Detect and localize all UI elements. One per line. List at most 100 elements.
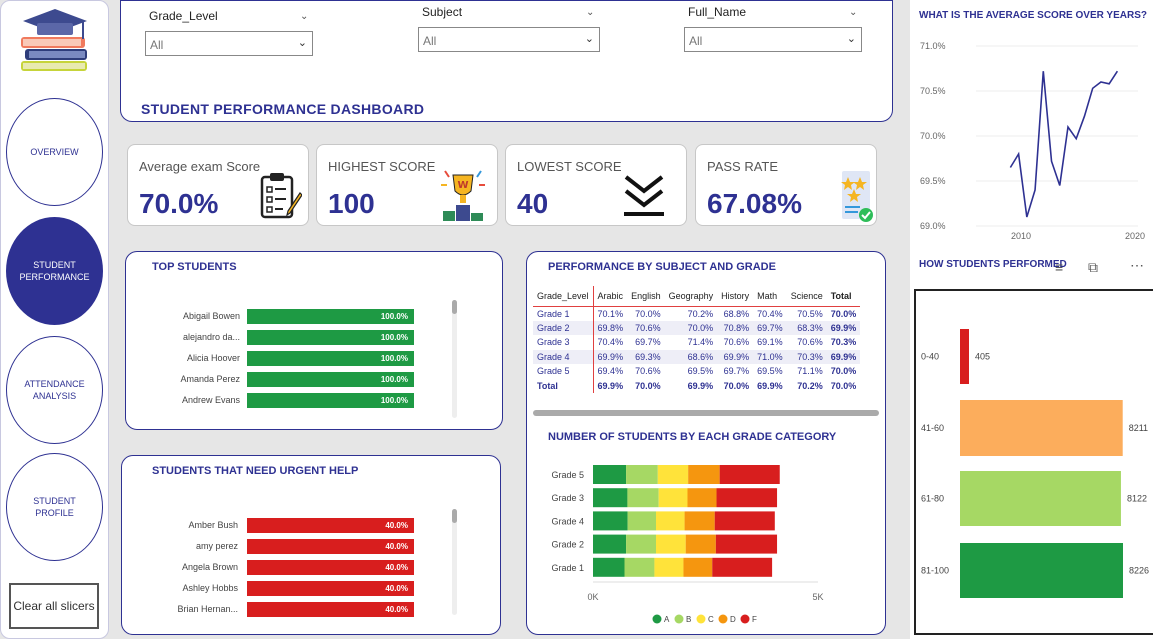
more-options-icon[interactable]: ⋯ [1130, 257, 1144, 274]
stacked-bar-segment[interactable] [715, 534, 778, 554]
nav-overview[interactable]: OVERVIEW [6, 98, 103, 206]
score-bar: 100.0% [247, 330, 414, 345]
stacked-bar-segment[interactable] [627, 488, 659, 508]
chevron-down-icon[interactable]: ⌄ [300, 11, 308, 22]
svg-text:W: W [457, 180, 468, 191]
y-tick-label: 70.0% [920, 131, 946, 141]
stacked-bar-segment[interactable] [656, 511, 685, 531]
clipboard-icon [260, 173, 302, 219]
nav-student-performance[interactable]: STUDENT PERFORMANCE [6, 217, 103, 325]
kpi-value: 40 [517, 188, 549, 219]
stacked-bar-segment[interactable] [656, 534, 686, 554]
stacked-bar-segment[interactable] [627, 511, 656, 531]
scrollbar[interactable] [452, 300, 457, 418]
subject-slicer[interactable]: Subject ⌄ All ⌄ [418, 5, 600, 55]
stacked-bar-segment[interactable] [593, 465, 627, 484]
full-name-dropdown[interactable]: All ⌄ [684, 27, 862, 52]
kpi-value: 100 [328, 188, 375, 219]
stacked-bar-segment[interactable] [593, 534, 627, 554]
column-header[interactable]: Total [827, 286, 861, 306]
stacked-bar-segment[interactable] [683, 557, 713, 577]
stacked-bar-segment[interactable] [684, 511, 715, 531]
stacked-bar-segment[interactable] [624, 557, 655, 577]
table-cell: 70.6% [723, 337, 750, 348]
column-header[interactable]: History [717, 286, 753, 306]
list-item[interactable]: Amber Bush 40.0% [122, 518, 500, 533]
bar[interactable] [960, 543, 1123, 598]
stacked-bar-segment[interactable] [716, 488, 778, 508]
nav-attendance-analysis[interactable]: ATTENDANCE ANALYSIS [6, 336, 103, 444]
performance-table: Grade_Level Arabic English Geography History… [533, 286, 861, 393]
table-row: Grade 2 69.8% 70.6% 70.0% 70.8% 69.7% 68.3% 69.… [533, 320, 861, 335]
series-line[interactable] [1009, 70, 1119, 218]
double-chevron-down-icon [624, 175, 664, 216]
performance-panel: PERFORMANCE BY SUBJECT AND GRADE Grade_L… [526, 251, 886, 635]
grade-level-slicer[interactable]: Grade_Level ⌄ All ⌄ [145, 9, 313, 59]
full-name-slicer[interactable]: Full_Name ⌄ All ⌄ [684, 5, 862, 55]
clear-slicers-button[interactable]: Clear all slicers [9, 583, 99, 629]
subject-dropdown[interactable]: All ⌄ [418, 27, 600, 52]
list-item[interactable]: alejandro da... 100.0% [126, 330, 502, 345]
stacked-bar-segment[interactable] [712, 557, 773, 577]
chevron-down-icon[interactable]: ⌄ [586, 7, 594, 18]
bar[interactable] [960, 471, 1121, 526]
table-cell: 68.3% [786, 320, 827, 335]
slicer-label: Subject [422, 5, 463, 19]
student-name: Andrew Evans [181, 395, 240, 405]
horizontal-scrollbar[interactable] [533, 410, 879, 416]
chevron-down-icon[interactable]: ⌄ [849, 7, 857, 18]
score-bar: 100.0% [247, 351, 414, 366]
stacked-bar-segment[interactable] [593, 511, 628, 531]
column-header[interactable]: Math [753, 286, 787, 306]
table-cell: Grade 4 [533, 349, 594, 364]
data-label: 8226 [1129, 566, 1149, 576]
column-header[interactable]: English [627, 286, 665, 306]
page-title: STUDENT PERFORMANCE DASHBOARD [141, 101, 425, 117]
stacked-bar-segment[interactable] [685, 534, 716, 554]
scrollbar[interactable] [452, 509, 457, 615]
stacked-bar-segment[interactable] [658, 488, 688, 508]
x-tick-label: 5K [812, 592, 823, 602]
student-name: Angela Brown [181, 562, 238, 572]
table-cell: 70.2% [797, 380, 823, 391]
grade-category-chart: Grade 5 Grade 3 Grade 4 Grade 2 Grade 1 0K 5K A… [551, 465, 824, 624]
column-header[interactable]: Geography [665, 286, 718, 306]
stacked-bar-segment[interactable] [593, 557, 625, 577]
list-item[interactable]: Brian Hernan... 40.0% [122, 602, 500, 617]
column-header[interactable]: Arabic [593, 286, 627, 306]
column-header[interactable]: Grade_Level [533, 286, 594, 306]
chart-title: HOW STUDENTS PERFORMED [919, 259, 1067, 270]
panel-title: TOP STUDENTS [152, 261, 237, 273]
nav-student-profile[interactable]: STUDENT PROFILE [6, 453, 103, 561]
stacked-bar-segment[interactable] [626, 534, 656, 554]
stacked-bar-segment[interactable] [654, 557, 684, 577]
stacked-bar-segment[interactable] [719, 465, 780, 484]
list-item[interactable]: Angela Brown 40.0% [122, 560, 500, 575]
bar[interactable] [960, 400, 1123, 456]
list-item[interactable]: amy perez 40.0% [122, 539, 500, 554]
column-header[interactable]: Science [787, 286, 827, 306]
bar[interactable] [960, 329, 969, 384]
student-name: alejandro da... [182, 332, 240, 342]
stacked-bar-segment[interactable] [687, 488, 717, 508]
stacked-bar-segment[interactable] [688, 465, 720, 484]
student-name: Brian Hernan... [177, 604, 238, 614]
focus-mode-icon[interactable]: ⧉ [1088, 259, 1098, 276]
stacked-bar-segment[interactable] [626, 465, 658, 484]
stacked-bar-segment[interactable] [657, 465, 689, 484]
list-item[interactable]: Andrew Evans 100.0% [126, 393, 502, 408]
stacked-bar-segment[interactable] [714, 511, 775, 531]
chevron-down-icon: ⌄ [846, 33, 856, 45]
grade-level-dropdown[interactable]: All ⌄ [145, 31, 313, 56]
table-cell: 69.9% [593, 349, 628, 364]
stacked-bar-segment[interactable] [593, 488, 628, 508]
category-label: 41-60 [921, 423, 944, 433]
legend-label: B [686, 615, 691, 624]
list-item[interactable]: Abigail Bowen 100.0% [126, 309, 502, 324]
table-cell: 70.0% [830, 366, 857, 377]
list-item[interactable]: Alicia Hoover 100.0% [126, 351, 502, 366]
list-item[interactable]: Ashley Hobbs 40.0% [122, 581, 500, 596]
list-item[interactable]: Amanda Perez 100.0% [126, 372, 502, 387]
legend-marker [652, 614, 662, 624]
filter-icon[interactable]: ≡ [1055, 259, 1063, 275]
